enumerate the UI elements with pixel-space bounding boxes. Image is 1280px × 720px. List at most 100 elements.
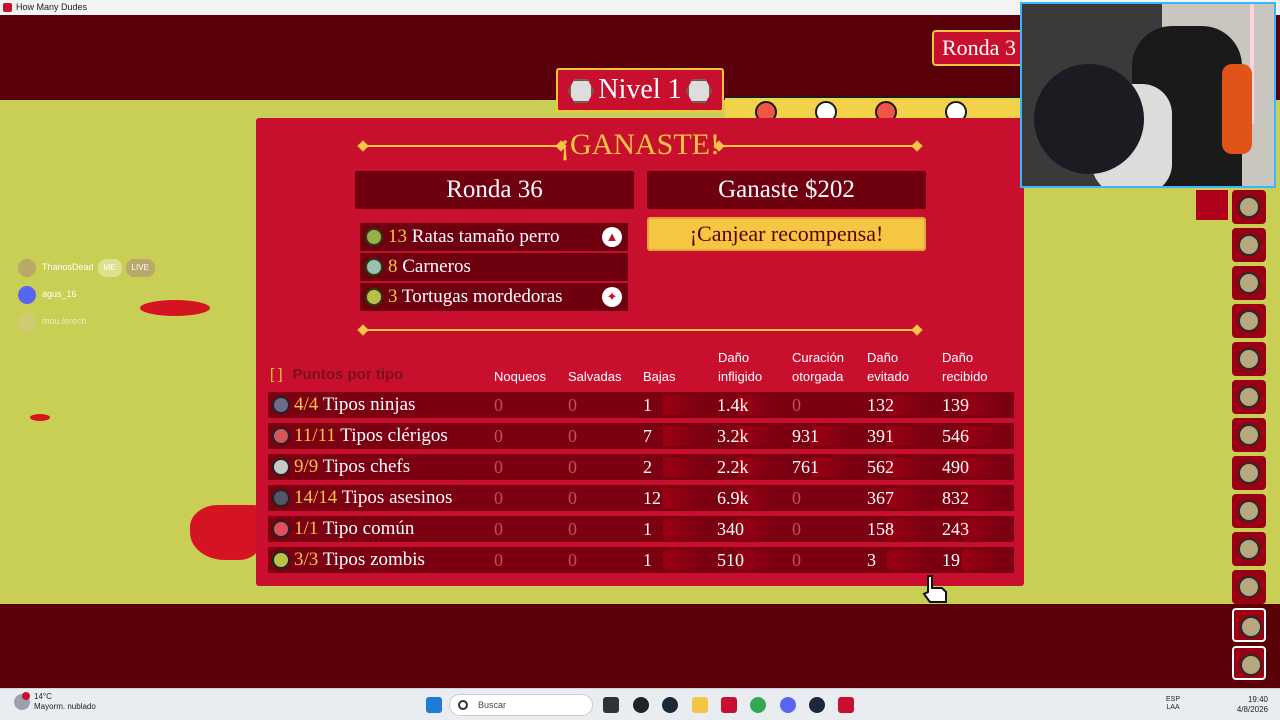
upgrade-slot[interactable] [1232, 456, 1266, 490]
lang-line: LAA [1166, 704, 1180, 711]
box-upgrade-icon [1238, 386, 1260, 408]
cell-curacion: 0 [792, 550, 801, 570]
upgrade-slot[interactable] [1232, 304, 1266, 338]
search-icon [458, 700, 468, 710]
cell-recibido: 490 [942, 457, 969, 477]
cell-infligido: 510 [717, 550, 744, 570]
cell-recibido: 243 [942, 519, 969, 539]
points-per-type-toggle[interactable]: [ ] Puntos por tipo [270, 366, 403, 383]
steam-icon[interactable] [662, 697, 678, 713]
cell-bajas: 1 [643, 550, 652, 570]
enemy-name: Tortugas mordedoras [401, 286, 563, 307]
notification-badge-icon [22, 692, 30, 700]
steam-icon[interactable] [809, 697, 825, 713]
cell-curacion: 0 [792, 519, 801, 539]
cell-noqueos: 0 [494, 395, 503, 415]
cell-salvadas: 0 [568, 488, 577, 508]
task-view-icon[interactable] [603, 697, 619, 713]
cell-recibido: 139 [942, 395, 969, 415]
claim-reward-button[interactable]: ¡Canjear recompensa! [647, 217, 926, 251]
table-row: 4/4 Tipos ninjas 0 0 1 1.4k 0 132 139 [268, 392, 1014, 418]
cell-bajas: 1 [643, 519, 652, 539]
obs-icon[interactable] [633, 697, 649, 713]
cell-noqueos: 0 [494, 488, 503, 508]
type-name: 14/14 Tipos asesinos [294, 485, 452, 511]
discord-icon [18, 285, 36, 304]
upgrade-slot[interactable] [1232, 646, 1266, 680]
enemy-count: 8 [388, 256, 398, 277]
upgrade-slot[interactable] [1232, 266, 1266, 300]
enemy-name: Carneros [402, 256, 471, 277]
upgrade-slot[interactable] [1232, 418, 1266, 452]
upgrade-slot[interactable] [1232, 190, 1266, 224]
enemy-art-strip [725, 96, 1025, 120]
col-dano-evitado: Daño evitado [867, 348, 909, 386]
table-row: 3/3 Tipos zombis 0 0 1 510 0 3 19 [268, 547, 1014, 573]
upgrade-slot[interactable] [1232, 570, 1266, 604]
round-label: Ronda 36 [446, 176, 543, 203]
app-icon [3, 3, 12, 12]
upgrade-slot[interactable] [1232, 228, 1266, 262]
heat-bar [663, 550, 703, 570]
ram-icon [365, 258, 383, 276]
type-count: 11/11 [294, 425, 336, 446]
cell-curacion: 761 [792, 457, 819, 477]
col-dano-recibido: Daño recibido [942, 348, 988, 386]
cell-infligido: 340 [717, 519, 744, 539]
ninja-icon [272, 396, 290, 414]
upgrade-slot[interactable] [1232, 608, 1266, 642]
avatar [18, 258, 36, 277]
book-upgrade-icon [1238, 424, 1260, 446]
taskbar-search[interactable]: Buscar [449, 694, 593, 716]
col-noqueos-label: Noqueos [494, 369, 547, 384]
level-banner: Nivel 1 [556, 68, 724, 112]
type-name: 11/11 Tipos clérigos [294, 423, 448, 449]
chrome-icon[interactable] [750, 697, 766, 713]
cell-curacion: 931 [792, 426, 819, 446]
type-name: 1/1 Tipo común [294, 516, 414, 542]
table-row: 14/14 Tipos asesinos 0 0 12 6.9k 0 367 832 [268, 485, 1014, 511]
weather-widget[interactable]: 14°C Mayorm. nublado [14, 692, 96, 712]
hex-gem-icon [568, 79, 594, 103]
chat-username: agus_16 [42, 289, 77, 299]
stream-app-icon[interactable] [721, 697, 737, 713]
upgrade-slot[interactable] [1232, 342, 1266, 376]
language-indicator[interactable]: ESP LAA [1166, 696, 1180, 712]
cell-salvadas: 0 [568, 519, 577, 539]
discord-icon[interactable] [780, 697, 796, 713]
enemy-count: 3 [388, 286, 398, 307]
cell-noqueos: 0 [494, 426, 503, 446]
rock-upgrade-icon [1240, 654, 1262, 676]
folder-icon[interactable] [692, 697, 708, 713]
chat-username: ThanosDead [42, 262, 94, 272]
earnings-box: Ganaste $202 [647, 171, 926, 209]
system-clock[interactable]: 19:40 4/8/2026 [1236, 695, 1268, 715]
cell-evitado: 367 [867, 488, 894, 508]
side-marker [1196, 190, 1228, 220]
avatar [18, 312, 36, 331]
upgrade-slot[interactable] [1232, 380, 1266, 414]
cell-recibido: 546 [942, 426, 969, 446]
cell-bajas: 12 [643, 488, 661, 508]
cell-noqueos: 0 [494, 457, 503, 477]
type-label: Tipos chefs [322, 456, 411, 477]
col-dano-infligido: Daño infligido [718, 348, 762, 386]
col-label-line: otorgada [792, 369, 844, 384]
cell-recibido: 19 [942, 550, 960, 570]
game-icon[interactable] [838, 697, 854, 713]
upgrade-slot[interactable] [1232, 532, 1266, 566]
chat-line: mou.lerech [18, 312, 87, 331]
windows-start-icon[interactable] [426, 697, 442, 713]
col-label-line: infligido [718, 369, 763, 384]
heat-bar [663, 519, 703, 539]
upgrade-slot[interactable] [1232, 494, 1266, 528]
turtle-icon [365, 288, 383, 306]
type-label: Tipos zombis [322, 549, 425, 570]
cell-evitado: 132 [867, 395, 894, 415]
card-upgrade-icon [1240, 616, 1262, 638]
webcam-person [1034, 64, 1144, 174]
chat-line: ThanosDead ME LIVE [18, 258, 155, 277]
col-bajas-label: Bajas [643, 369, 676, 384]
points-per-type-label: Puntos por tipo [292, 366, 404, 383]
level-label: Nivel 1 [598, 74, 682, 105]
